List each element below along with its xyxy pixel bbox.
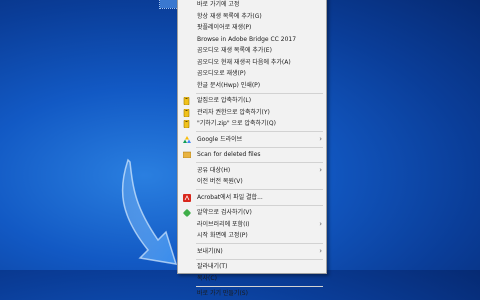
menu-item-label: 복사(C) [197,274,217,282]
submenu-chevron-icon: › [319,246,322,255]
menu-item[interactable]: 시작 화면에 고정(P) [178,230,326,242]
menu-separator [196,189,323,190]
acrobat-icon [183,193,191,202]
menu-item[interactable]: 알집으로 압축하기(L) [178,95,326,107]
menu-item[interactable]: 팟플레이어로 재생(P) [178,22,326,34]
menu-item-label: 시작 화면에 고정(P) [197,232,248,239]
menu-item[interactable]: "기하기.zip" 으로 압축하기(Q) [178,118,326,130]
menu-separator [196,92,323,94]
menu-item-label: 한글 문서(Hwp) 인쇄(P) [197,81,261,89]
menu-item-label: 잘라내기(T) [197,263,228,270]
menu-item-label: 알약으로 검사하기(V) [197,209,252,216]
scan-icon [182,151,192,159]
menu-item-label: 라이브러리에 포함(I) [197,220,250,228]
menu-item-label: Scan for deleted files [197,151,261,158]
menu-item[interactable]: 곰오디오 재생 목록에 추가(E) [178,45,326,57]
menu-item[interactable]: 공유 대상(H) › [178,165,326,177]
menu-item-label: Browse in Adobe Bridge CC 2017 [197,35,297,43]
alzip-icon [183,119,190,129]
menu-separator [196,285,323,287]
menu-item-label: 바로 가기 만들기(S) [197,290,248,297]
context-menu: 바로 가기에 고정항상 재생 목록에 추가(G) 팟플레이어로 재생(P) Brow… [177,0,327,297]
menu-item-label: Google 드라이브 [197,135,243,143]
menu-item[interactable]: 한글 문서(Hwp) 인쇄(P) [178,80,326,92]
menu-separator [196,162,323,163]
menu-separator [196,204,323,206]
menu-item[interactable]: 바로 가기 만들기(S) [178,288,326,300]
menu-separator [196,258,323,260]
submenu-chevron-icon: › [319,219,322,228]
menu-item[interactable]: 라이브러리에 포함(I) › [178,219,326,231]
menu-item[interactable]: 복사(C) [178,273,326,285]
menu-item-label: Acrobat에서 파일 결합... [197,193,263,201]
menu-item-label: "기하기.zip" 으로 압축하기(Q) [197,120,276,127]
menu-item-label: 공유 대상(H) [197,166,231,174]
alzip-icon [183,96,190,106]
menu-item-label: 보내기(N) [197,247,223,255]
menu-item-label: 관리자 권한으로 압축하기(Y) [197,108,270,116]
menu-item[interactable]: 보내기(N) › [178,246,326,258]
menu-item[interactable]: 관리자 권한으로 압축하기(Y) [178,107,326,119]
submenu-chevron-icon: › [319,134,322,143]
menu-separator [196,131,323,132]
menu-item-label: 팟플레이어로 재생(P) [197,24,252,31]
menu-item-label: 항상 재생 목록에 추가(G) [197,12,262,20]
alyac-icon [183,209,191,217]
menu-separator [196,243,323,244]
menu-item[interactable]: 곰오디오로 재생(P) [178,68,326,80]
google-drive-icon [183,135,191,143]
menu-item[interactable]: 알약으로 검사하기(V) [178,207,326,219]
menu-item-label: 곰오디오 재생 목록에 추가(E) [197,47,272,54]
menu-item-label: 이전 버전 복원(V) [197,178,243,185]
menu-item[interactable]: 이전 버전 복원(V) [178,176,326,188]
menu-separator [196,146,323,148]
menu-item-label: 곰오디오로 재생(P) [197,70,246,77]
selected-file-icon[interactable] [159,0,179,9]
menu-item[interactable]: Scan for deleted files [178,149,326,161]
menu-item-label: 알집으로 압축하기(L) [197,97,252,104]
menu-item[interactable]: Acrobat에서 파일 결합... [178,192,326,204]
menu-item[interactable]: 항상 재생 목록에 추가(G) [178,11,326,23]
menu-item[interactable]: 잘라내기(T) [178,261,326,273]
menu-item[interactable]: 곰오디오 현재 재생곡 다음에 추가(A) [178,57,326,69]
submenu-chevron-icon: › [319,165,322,174]
menu-item[interactable]: Browse in Adobe Bridge CC 2017 [178,34,326,46]
menu-item-label: 곰오디오 현재 재생곡 다음에 추가(A) [197,58,291,66]
menu-item[interactable]: Google 드라이브 › [178,134,326,146]
alzip-icon [183,108,190,117]
menu-item-label: 바로 가기에 고정 [197,1,240,8]
menu-item[interactable]: 바로 가기에 고정 [178,0,326,11]
